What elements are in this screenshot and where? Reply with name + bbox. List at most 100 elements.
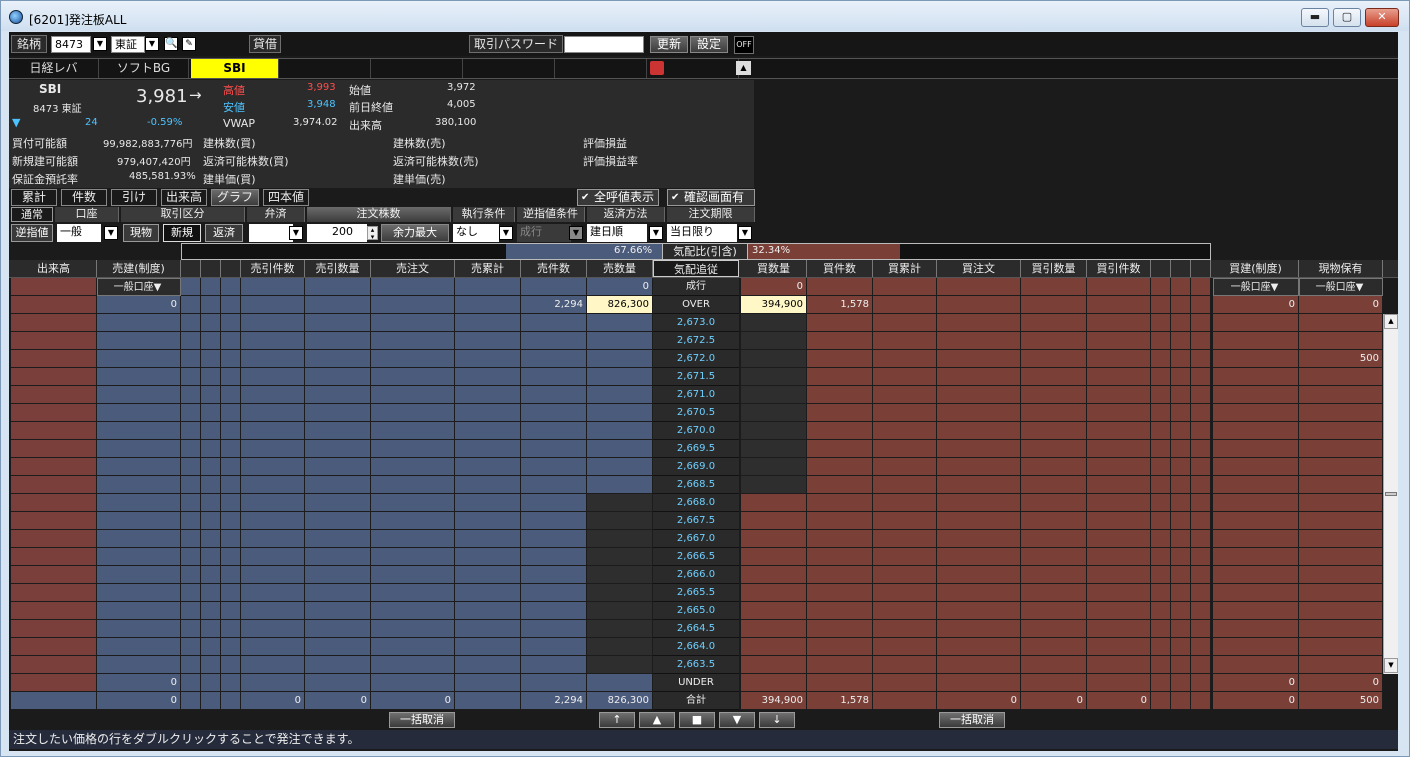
price-row-sell-order[interactable] (371, 458, 455, 476)
expiry-select[interactable]: 当日限り (667, 224, 737, 242)
price-row-sell-x3[interactable] (221, 584, 241, 602)
price-row-sell-cumulative[interactable] (455, 332, 521, 350)
price-row-sell-limit-qty[interactable] (305, 602, 371, 620)
price-row-buy-x1[interactable] (1151, 440, 1171, 458)
price-row-sell-limit-qty[interactable] (305, 512, 371, 530)
price-row-sell-x2[interactable] (201, 422, 221, 440)
price-row-sell-x3[interactable] (221, 656, 241, 674)
over-row-buy-x2[interactable] (1171, 296, 1191, 314)
total-row-buy-margin[interactable]: 0 (1213, 692, 1299, 710)
price-row-cash-holding[interactable] (1299, 530, 1383, 548)
price-row-buy-x2[interactable] (1171, 494, 1191, 512)
price-row-buy-order[interactable] (937, 314, 1021, 332)
stop-order-button[interactable]: 逆指値 (11, 224, 53, 242)
price-row-sell-margin[interactable] (97, 638, 181, 656)
price-row-buy-count[interactable] (807, 548, 873, 566)
price-row-buy-qty[interactable] (741, 602, 807, 620)
price-row-sell-count[interactable] (521, 440, 587, 458)
price-row-sell-x1[interactable] (181, 422, 201, 440)
total-row-buy-x2[interactable] (1171, 692, 1191, 710)
price-row-buy-x2[interactable] (1171, 656, 1191, 674)
price-row-buy-margin[interactable] (1213, 458, 1299, 476)
total-row-buy-x1[interactable] (1151, 692, 1171, 710)
price-row-sell-count[interactable] (521, 458, 587, 476)
price-row-buy-x2[interactable] (1171, 512, 1191, 530)
price-row-buy-count[interactable] (807, 350, 873, 368)
price-row-sell-qty[interactable] (587, 476, 653, 494)
price-row-sell-x2[interactable] (201, 332, 221, 350)
price-row-buy-limit-count[interactable] (1087, 458, 1151, 476)
price-row-volume[interactable] (11, 620, 97, 638)
price-row-buy-x3[interactable] (1191, 422, 1211, 440)
price-row-sell-order[interactable] (371, 440, 455, 458)
under-row-buy-qty[interactable] (741, 674, 807, 692)
price-row-sell-x2[interactable] (201, 530, 221, 548)
price-cell[interactable]: 2,673.0 (653, 314, 739, 332)
price-row-buy-x1[interactable] (1151, 548, 1171, 566)
tab-empty-4[interactable] (555, 59, 647, 78)
price-row-buy-margin[interactable] (1213, 350, 1299, 368)
price-row-cash-holding[interactable] (1299, 386, 1383, 404)
price-row-buy-cumulative[interactable] (873, 368, 937, 386)
price-row-sell-x3[interactable] (221, 602, 241, 620)
price-row-sell-limit-count[interactable] (241, 548, 305, 566)
price-row-buy-x1[interactable] (1151, 476, 1171, 494)
price-row-sell-count[interactable] (521, 422, 587, 440)
price-row-sell-margin[interactable] (97, 602, 181, 620)
price-row-buy-qty[interactable] (741, 368, 807, 386)
price-row-sell-count[interactable] (521, 566, 587, 584)
price-row-sell-cumulative[interactable] (455, 656, 521, 674)
price-row-buy-margin[interactable] (1213, 566, 1299, 584)
price-row-sell-x3[interactable] (221, 638, 241, 656)
under-row-buy-limit-count[interactable] (1087, 674, 1151, 692)
price-row-buy-count[interactable] (807, 332, 873, 350)
price-row-buy-x1[interactable] (1151, 584, 1171, 602)
price-row-buy-limit-count[interactable] (1087, 332, 1151, 350)
sub-row-sell-x3[interactable] (221, 278, 241, 296)
price-row-sell-limit-qty[interactable] (305, 476, 371, 494)
price-row-buy-x2[interactable] (1171, 638, 1191, 656)
price-row-buy-limit-qty[interactable] (1021, 350, 1087, 368)
market-dropdown-icon[interactable]: ▼ (145, 37, 159, 51)
price-row-sell-limit-count[interactable] (241, 602, 305, 620)
price-row-sell-margin[interactable] (97, 386, 181, 404)
total-row-sell-cumulative[interactable] (455, 692, 521, 710)
price-row-buy-cumulative[interactable] (873, 548, 937, 566)
price-row-buy-x1[interactable] (1151, 602, 1171, 620)
price-row-buy-order[interactable] (937, 476, 1021, 494)
price-row-buy-limit-qty[interactable] (1021, 494, 1087, 512)
price-row-buy-limit-qty[interactable] (1021, 314, 1087, 332)
price-row-volume[interactable] (11, 314, 97, 332)
price-row-buy-limit-qty[interactable] (1021, 404, 1087, 422)
price-row-buy-x3[interactable] (1191, 584, 1211, 602)
price-row-sell-x2[interactable] (201, 656, 221, 674)
price-row-sell-x1[interactable] (181, 530, 201, 548)
show-all-prices-checkbox[interactable]: 全呼値表示 (577, 189, 659, 206)
exec-dropdown-icon[interactable]: ▼ (499, 226, 513, 240)
cumulative-button[interactable]: 累計 (11, 189, 57, 206)
price-row-sell-limit-qty[interactable] (305, 620, 371, 638)
under-row-sell-order[interactable] (371, 674, 455, 692)
price-row-sell-qty[interactable] (587, 494, 653, 512)
price-row-buy-margin[interactable] (1213, 512, 1299, 530)
price-row-volume[interactable] (11, 422, 97, 440)
refresh-button[interactable]: 更新 (650, 36, 688, 53)
sub-row-sell-x1[interactable] (181, 278, 201, 296)
price-row-cash-holding[interactable] (1299, 620, 1383, 638)
password-input[interactable] (564, 36, 644, 53)
price-row-buy-count[interactable] (807, 422, 873, 440)
price-row-sell-cumulative[interactable] (455, 350, 521, 368)
price-row-buy-cumulative[interactable] (873, 440, 937, 458)
price-row-buy-limit-count[interactable] (1087, 494, 1151, 512)
price-row-sell-order[interactable] (371, 548, 455, 566)
close-auction-button[interactable]: 引け (111, 189, 157, 206)
price-row-buy-order[interactable] (937, 584, 1021, 602)
price-row-sell-x3[interactable] (221, 458, 241, 476)
price-row-sell-x1[interactable] (181, 566, 201, 584)
price-row-sell-x1[interactable] (181, 368, 201, 386)
sub-row-buy-limit-qty[interactable] (1021, 278, 1087, 296)
repay-method-dropdown-icon[interactable]: ▼ (649, 226, 663, 240)
price-row-sell-margin[interactable] (97, 512, 181, 530)
price-row-buy-count[interactable] (807, 458, 873, 476)
price-cell[interactable]: 2,670.0 (653, 422, 739, 440)
